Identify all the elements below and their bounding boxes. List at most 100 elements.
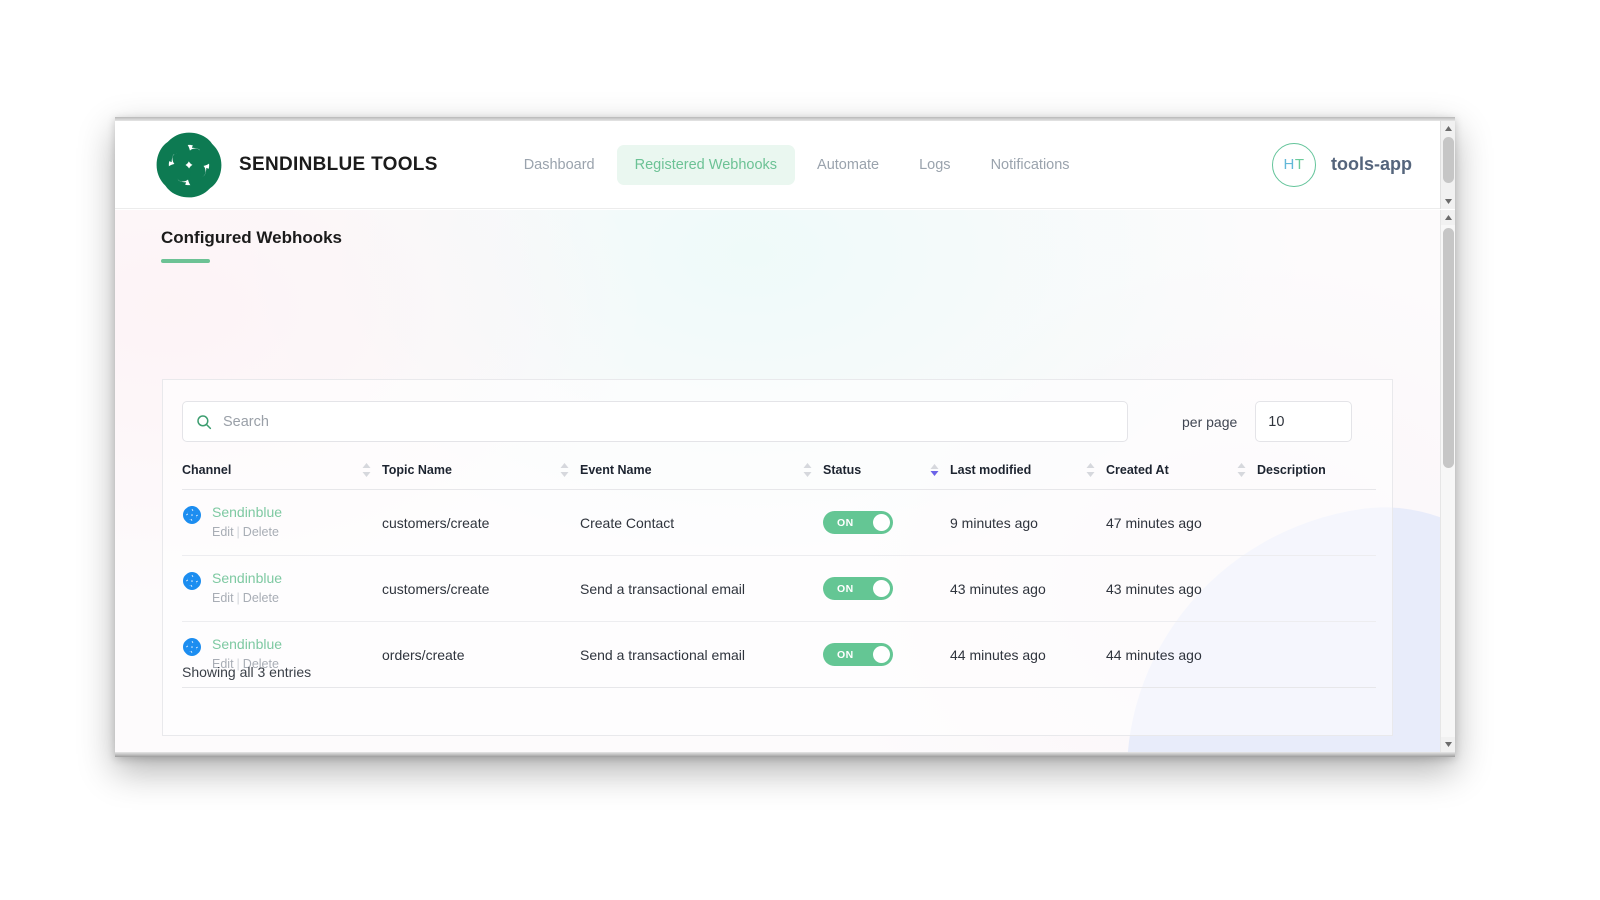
webhooks-table: Channel Topic Name Event Name Status Las… [182, 455, 1376, 688]
status-toggle-label: ON [837, 648, 854, 661]
column-label-topic-name: Topic Name [382, 463, 452, 477]
column-header-event-name[interactable]: Event Name [580, 455, 823, 490]
search-field[interactable] [182, 401, 1128, 442]
table-body: Sendinblue Edit | Delete customers/create … [182, 489, 1376, 688]
avatar[interactable]: HT [1272, 142, 1316, 187]
chevron-down-icon [1445, 199, 1452, 204]
cell-created-at: 44 minutes ago [1106, 621, 1257, 688]
page-title-underline [161, 259, 210, 263]
chevron-up-icon [1445, 215, 1452, 220]
application-window: SENDINBLUE TOOLS Dashboard Registered We… [115, 117, 1455, 757]
window-chrome-bottom [115, 752, 1455, 757]
entries-summary: Showing all 3 entries [182, 664, 312, 680]
cell-last-modified: 44 minutes ago [950, 621, 1106, 688]
sort-icon-event-name[interactable] [802, 462, 813, 478]
row-actions: Edit | Delete [212, 589, 282, 608]
cell-description [1257, 489, 1376, 556]
table-head: Channel Topic Name Event Name Status Las… [182, 455, 1376, 490]
avatar-initial-first: H [1283, 156, 1295, 173]
cell-status: ON [823, 555, 950, 622]
scroll-up-arrow-outer[interactable] [1441, 121, 1455, 136]
column-header-description[interactable]: Description [1257, 455, 1376, 490]
scroll-down-arrow-content[interactable] [1441, 737, 1455, 752]
column-header-created-at[interactable]: Created At [1106, 455, 1257, 490]
status-toggle[interactable]: ON [823, 643, 893, 666]
user-name: tools-app [1331, 154, 1412, 174]
column-header-topic-name[interactable]: Topic Name [382, 455, 580, 490]
per-page-input[interactable] [1255, 401, 1353, 442]
cell-event-name: Create Contact [580, 489, 823, 556]
status-toggle-knob [873, 514, 890, 531]
cell-event-name: Send a transactional email [580, 621, 823, 688]
scroll-down-arrow-outer[interactable] [1441, 194, 1455, 209]
column-label-created-at: Created At [1106, 463, 1169, 477]
chevron-up-icon [1445, 126, 1452, 131]
nav-item-registered-webhooks[interactable]: Registered Webhooks [616, 144, 796, 185]
column-header-status[interactable]: Status [823, 455, 950, 490]
brand-name: SENDINBLUE TOOLS [239, 153, 438, 175]
delete-link[interactable]: Delete [243, 591, 279, 605]
cell-topic-name: customers/create [382, 489, 580, 556]
sendinblue-pinwheel-icon [183, 572, 201, 590]
search-icon [197, 414, 212, 429]
cell-event-name: Send a transactional email [580, 555, 823, 622]
cell-last-modified: 9 minutes ago [950, 489, 1106, 556]
page-title: Configured Webhooks [161, 228, 343, 247]
scroll-thumb-outer[interactable] [1443, 137, 1454, 183]
column-header-last-modified[interactable]: Last modified [950, 455, 1106, 490]
nav-item-dashboard[interactable]: Dashboard [506, 145, 613, 185]
sendinblue-pinwheel-icon [183, 638, 201, 656]
cell-status: ON [823, 489, 950, 556]
main-content: Configured Webhooks per page [115, 210, 1440, 752]
per-page-label: per page [1182, 413, 1238, 430]
scroll-up-arrow-content[interactable] [1441, 210, 1455, 225]
user-menu[interactable]: HT tools-app [1272, 142, 1412, 187]
row-actions: Edit | Delete [212, 523, 282, 542]
action-separator: | [236, 591, 240, 605]
status-toggle-knob [873, 580, 890, 597]
sort-icon-created-at[interactable] [1236, 462, 1247, 478]
table-row: Sendinblue Edit | Delete customers/create … [182, 555, 1376, 622]
status-toggle-label: ON [837, 516, 854, 529]
brand[interactable]: SENDINBLUE TOOLS [153, 129, 438, 201]
column-label-status: Status [823, 463, 862, 477]
column-label-channel: Channel [182, 463, 232, 477]
cell-channel: Sendinblue Edit | Delete [182, 489, 382, 556]
app-header: SENDINBLUE TOOLS Dashboard Registered We… [115, 121, 1440, 209]
content-vertical-scrollbar[interactable] [1440, 210, 1455, 752]
sort-icon-last-modified[interactable] [1085, 462, 1096, 478]
cell-topic-name: orders/create [382, 621, 580, 688]
cell-description [1257, 555, 1376, 622]
sort-icon-topic-name[interactable] [559, 462, 570, 478]
scroll-thumb-content[interactable] [1443, 228, 1454, 468]
channel-name[interactable]: Sendinblue [212, 503, 282, 522]
column-label-event-name: Event Name [580, 463, 652, 477]
channel-name[interactable]: Sendinblue [212, 569, 282, 588]
outer-vertical-scrollbar[interactable] [1440, 121, 1455, 209]
status-toggle-knob [873, 646, 890, 663]
status-toggle[interactable]: ON [823, 511, 893, 534]
column-header-channel[interactable]: Channel [182, 455, 382, 490]
avatar-initial-second: T [1294, 156, 1305, 173]
sort-icon-channel[interactable] [361, 462, 372, 478]
cell-last-modified: 43 minutes ago [950, 555, 1106, 622]
channel-name[interactable]: Sendinblue [212, 635, 282, 654]
status-toggle-label: ON [837, 582, 854, 595]
table-row: Sendinblue Edit | Delete customers/create … [182, 489, 1376, 556]
cell-topic-name: customers/create [382, 555, 580, 622]
edit-link[interactable]: Edit [212, 525, 234, 539]
sendinblue-pinwheel-icon [183, 506, 201, 524]
search-input[interactable] [223, 413, 1127, 430]
page-title-block: Configured Webhooks [161, 228, 342, 263]
edit-link[interactable]: Edit [212, 591, 234, 605]
cell-created-at: 43 minutes ago [1106, 555, 1257, 622]
delete-link[interactable]: Delete [243, 525, 279, 539]
nav-item-notifications[interactable]: Notifications [973, 145, 1088, 185]
action-separator: | [236, 525, 240, 539]
sort-icon-status[interactable] [929, 462, 940, 478]
status-toggle[interactable]: ON [823, 577, 893, 600]
nav-item-logs[interactable]: Logs [901, 145, 968, 185]
nav-item-automate[interactable]: Automate [799, 145, 897, 185]
table-header-row: Channel Topic Name Event Name Status Las… [182, 455, 1376, 490]
cell-created-at: 47 minutes ago [1106, 489, 1257, 556]
